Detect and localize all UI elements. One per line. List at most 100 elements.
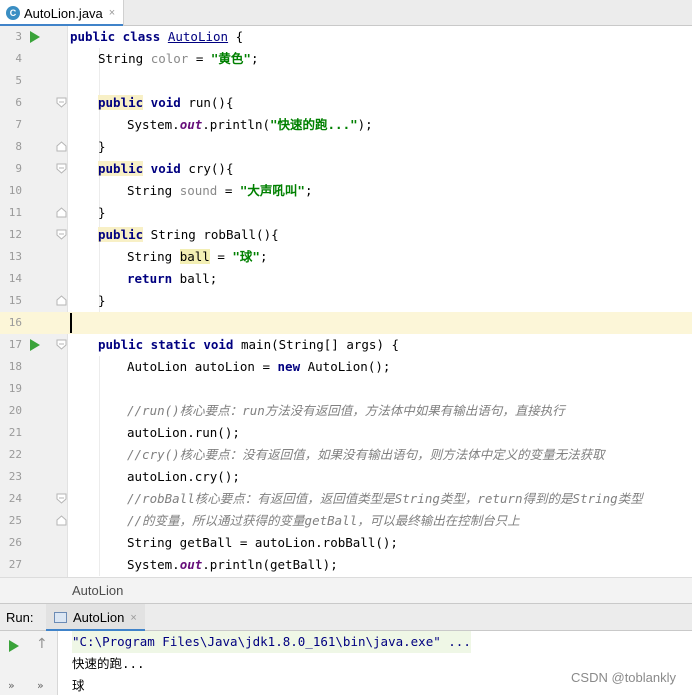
fold-icon[interactable] (56, 97, 67, 108)
code-line: 18 AutoLion autoLion = new AutoLion(); (0, 356, 692, 378)
line-number: 25 (8, 514, 22, 527)
code-line: 27 System.out.println(getBall); (0, 554, 692, 576)
code-line: 26 String getBall = autoLion.robBall(); (0, 532, 692, 554)
code-text: } (98, 139, 106, 154)
console-output[interactable]: "C:\Program Files\Java\jdk1.8.0_161\bin\… (58, 631, 692, 695)
close-icon[interactable]: × (130, 612, 136, 624)
up-arrow-icon[interactable]: ↑ (36, 636, 48, 652)
line-number: 12 (8, 228, 22, 241)
run-gutter-icon[interactable] (30, 31, 40, 43)
code-text: System.out.println(getBall); (127, 557, 338, 572)
fold-end-icon[interactable] (56, 141, 67, 152)
line-number: 15 (8, 294, 22, 307)
code-line: 6 public void run(){ (0, 92, 692, 114)
code-text: } (98, 205, 106, 220)
code-text: String sound = "大声吼叫"; (127, 183, 313, 198)
fold-end-icon[interactable] (56, 207, 67, 218)
code-line: 9 public void cry(){ (0, 158, 692, 180)
close-icon[interactable]: × (109, 7, 115, 19)
code-text: public void cry(){ (98, 161, 234, 176)
code-line: 15 } (0, 290, 692, 312)
line-number: 7 (15, 118, 22, 131)
console-icon (54, 612, 67, 623)
line-number: 18 (8, 360, 22, 373)
java-class-icon: C (6, 6, 20, 20)
line-number: 6 (15, 96, 22, 109)
code-line: 11 } (0, 202, 692, 224)
console-output-line: 球 (72, 678, 85, 693)
line-number: 8 (15, 140, 22, 153)
breadcrumb[interactable]: AutoLion (0, 577, 692, 604)
code-text: String ball = "球"; (127, 249, 268, 264)
console-command-line: "C:\Program Files\Java\jdk1.8.0_161\bin\… (72, 631, 471, 653)
code-line: 17 public static void main(String[] args… (0, 334, 692, 356)
line-number: 5 (15, 74, 22, 87)
code-text: AutoLion autoLion = new AutoLion(); (127, 359, 391, 374)
code-text: public String robBall(){ (98, 227, 279, 242)
line-number: 3 (15, 30, 22, 43)
fold-icon[interactable] (56, 493, 67, 504)
code-text: public static void main(String[] args) { (98, 337, 400, 352)
rerun-icon[interactable] (9, 640, 19, 652)
code-text: public void run(){ (98, 95, 234, 110)
run-tab-autolion[interactable]: AutoLion × (46, 604, 145, 632)
run-tab-label: AutoLion (73, 610, 125, 625)
code-editor[interactable]: 3 public class AutoLion { 4 String color… (0, 26, 692, 577)
line-number: 20 (8, 404, 22, 417)
current-code-line: 16 (0, 312, 692, 334)
run-gutter-icon[interactable] (30, 339, 40, 351)
code-text: String color = "黄色"; (98, 51, 259, 66)
line-number: 23 (8, 470, 22, 483)
more-actions-icon[interactable]: » (37, 679, 44, 692)
code-text: String getBall = autoLion.robBall(); (127, 535, 398, 550)
run-panel-label: Run: (6, 610, 34, 625)
code-line: 19 (0, 378, 692, 400)
code-text: return ball; (127, 271, 218, 286)
code-line: 22 //cry()核心要点：没有返回值，如果没有输出语句，则方法体中定义的变量… (0, 444, 692, 466)
line-number: 27 (8, 558, 22, 571)
console-output-line: 快速的跑... (72, 656, 145, 671)
breadcrumb-class-label[interactable]: AutoLion (72, 583, 123, 598)
run-toolbar: ↑ » » (0, 631, 58, 695)
tab-label: AutoLion.java (24, 5, 103, 21)
code-line: 21 autoLion.run(); (0, 422, 692, 444)
code-line: 8 } (0, 136, 692, 158)
fold-end-icon[interactable] (56, 295, 67, 306)
line-number: 26 (8, 536, 22, 549)
code-text: autoLion.cry(); (127, 469, 240, 484)
code-line: 25 //的变量，所以通过获得的变量getBall，可以最终输出在控制台只上 (0, 510, 692, 532)
more-actions-icon[interactable]: » (8, 679, 15, 692)
code-line: 13 String ball = "球"; (0, 246, 692, 268)
line-number: 22 (8, 448, 22, 461)
code-text: public class AutoLion { (70, 29, 244, 44)
tab-autolion-java[interactable]: C AutoLion.java × (0, 0, 125, 27)
code-line: 14 return ball; (0, 268, 692, 290)
code-comment: //run()核心要点：run方法没有返回值，方法体中如果有输出语句，直接执行 (127, 403, 565, 418)
code-line: 20 //run()核心要点：run方法没有返回值，方法体中如果有输出语句，直接… (0, 400, 692, 422)
fold-icon[interactable] (56, 339, 67, 350)
code-text: } (98, 293, 106, 308)
code-line: 5 (0, 70, 692, 92)
code-line: 10 String sound = "大声吼叫"; (0, 180, 692, 202)
line-number: 17 (8, 338, 22, 351)
code-line: 3 public class AutoLion { (0, 26, 692, 48)
fold-icon[interactable] (56, 229, 67, 240)
code-line: 7 System.out.println("快速的跑..."); (0, 114, 692, 136)
code-line: 23 autoLion.cry(); (0, 466, 692, 488)
line-number: 21 (8, 426, 22, 439)
code-line: 24 //robBall核心要点：有返回值，返回值类型是String类型，ret… (0, 488, 692, 510)
code-line: 12 public String robBall(){ (0, 224, 692, 246)
code-text: autoLion.run(); (127, 425, 240, 440)
line-number: 14 (8, 272, 22, 285)
line-number: 24 (8, 492, 22, 505)
code-comment: //cry()核心要点：没有返回值，如果没有输出语句，则方法体中定义的变量无法获… (127, 447, 605, 462)
fold-end-icon[interactable] (56, 515, 67, 526)
code-comment: //的变量，所以通过获得的变量getBall，可以最终输出在控制台只上 (127, 513, 520, 528)
line-number: 19 (8, 382, 22, 395)
run-panel-header: Run: AutoLion × (0, 604, 692, 632)
line-number: 11 (8, 206, 22, 219)
editor-tab-bar: C AutoLion.java × (0, 0, 692, 27)
line-number: 10 (8, 184, 22, 197)
fold-icon[interactable] (56, 163, 67, 174)
code-text: System.out.println("快速的跑..."); (127, 117, 373, 132)
